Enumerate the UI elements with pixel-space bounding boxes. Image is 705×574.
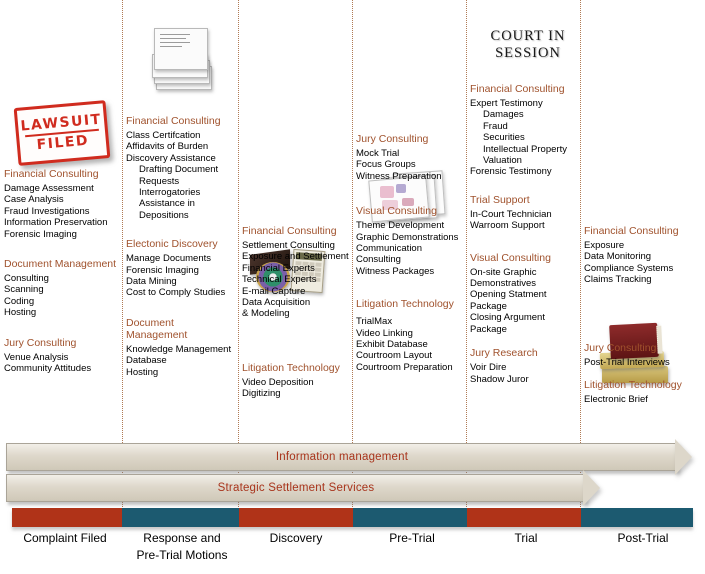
- court-sign-line-2: SESSION: [495, 45, 561, 61]
- service-group-title: Financial Consulting: [584, 225, 679, 237]
- service-group: Jury Consulting Mock Trial Focus Groups …: [356, 133, 474, 182]
- service-group-items: In-Court Technician Warroom Support: [470, 208, 552, 232]
- service-group: Document Management Knowledge Management…: [126, 317, 244, 378]
- lawsuit-filed-stamp: LAWSUIT FILED: [13, 100, 111, 166]
- service-group-subitems: Drafting Document Requests Interrogatori…: [139, 164, 219, 221]
- service-group-items: Mock Trial Focus Groups Witness Preparat…: [356, 148, 442, 182]
- service-group-items: Exposure Data Monitoring Compliance Syst…: [584, 240, 674, 286]
- service-group-title: Financial Consulting: [242, 225, 337, 237]
- service-group-title: Litigation Technology: [584, 379, 682, 392]
- phase-label-complaint-filed: Complaint Filed: [23, 531, 107, 545]
- arrow-head-icon: [675, 439, 692, 475]
- service-group: Litigation Technology Video Deposition D…: [242, 362, 360, 400]
- service-group: Electonic Discovery Manage Documents For…: [126, 238, 244, 299]
- service-group-items: Post-Trial Interviews: [584, 356, 670, 368]
- service-group-items: Settlement Consulting Exposure and Settl…: [242, 240, 349, 320]
- phase-segment-complaint-filed: [12, 508, 122, 527]
- phase-segment-pre-trial: [353, 508, 467, 527]
- phase-label-row: Complaint Filed Response and Pre-Trial M…: [0, 530, 705, 574]
- service-group-title: Jury Research: [470, 347, 538, 360]
- column-pre-trial: Jury Consulting Mock Trial Focus Groups …: [356, 133, 474, 384]
- service-group-title: Financial Consulting: [126, 115, 221, 127]
- service-group: Litigation Technology TrialMax Video Lin…: [356, 298, 474, 373]
- service-group-items: Manage Documents Forensic Imaging Data M…: [126, 253, 226, 299]
- service-group-title: Document Management: [126, 316, 188, 341]
- service-group-items: Venue Analysis Community Attitudes: [4, 351, 92, 375]
- banner-strategic-settlement-services: Strategic Settlement Services: [6, 470, 600, 506]
- service-group: Trial Support In-Court Technician Warroo…: [470, 194, 588, 232]
- service-group: Financial Consulting Damage Assessment C…: [4, 168, 122, 240]
- phase-label-discovery: Discovery: [269, 531, 323, 545]
- phase-label-post-trial: Post-Trial: [617, 531, 669, 545]
- service-group-items: TrialMax Video Linking Exhibit Database …: [356, 316, 453, 373]
- court-in-session-sign: COURT IN SESSION: [468, 28, 588, 62]
- phase-segment-discovery: [239, 508, 353, 527]
- service-group: Jury Consulting Post-Trial Interviews: [584, 342, 702, 368]
- service-group-title: Visual Consulting: [470, 251, 551, 264]
- service-group: Litigation Technology Electronic Brief: [584, 379, 702, 405]
- service-group-title: Financial Consulting: [4, 168, 99, 180]
- service-group-subitems: Damages Fraud Securities Intellectual Pr…: [483, 109, 567, 167]
- service-group-title: Financial Consulting: [470, 83, 565, 95]
- column-response-pretrial-motions: Financial Consulting Class Certifcation …: [126, 115, 244, 389]
- service-group-items: Theme Development Graphic Demonstrations…: [356, 220, 459, 277]
- service-group-items: Class Certifcation Affidavits of Burden …: [126, 130, 216, 164]
- service-group-items: Expert Testimony: [470, 98, 543, 109]
- banner-label: Strategic Settlement Services: [217, 482, 375, 494]
- phase-label-trial: Trial: [514, 531, 538, 545]
- service-group-title: Litigation Technology: [242, 361, 340, 374]
- service-group-items-after: Forensic Testimony: [470, 166, 552, 178]
- litigation-services-diagram: LAWSUIT FILED COURT IN SESSION Financial…: [0, 0, 705, 574]
- service-group: Financial Consulting Settlement Consulti…: [242, 225, 360, 320]
- arrow-head-icon: [583, 470, 600, 506]
- service-group: Visual Consulting Theme Development Grap…: [356, 205, 474, 277]
- column-trial: Financial Consulting Expert Testimony Da…: [470, 83, 588, 396]
- service-group: Jury Consulting Venue Analysis Community…: [4, 337, 122, 375]
- phase-timeline-bar: [12, 508, 693, 527]
- phase-segment-post-trial: [581, 508, 693, 527]
- service-group: Financial Consulting Exposure Data Monit…: [584, 225, 702, 286]
- service-group-items: Video Deposition Digitizing: [242, 376, 314, 400]
- column-discovery: Financial Consulting Settlement Consulti…: [242, 225, 360, 411]
- service-group-items: Voir Dire Shadow Juror: [470, 362, 529, 385]
- service-group: Visual Consulting On-site Graphic Demons…: [470, 252, 588, 335]
- service-group: Document Management Consulting Scanning …: [4, 258, 122, 319]
- service-group-items: Damage Assessment Case Analysis Fraud In…: [4, 183, 108, 240]
- service-group-title: Trial Support: [470, 193, 530, 206]
- service-group-title: Jury Consulting: [356, 133, 429, 145]
- column-complaint-filed: Financial Consulting Damage Assessment C…: [4, 168, 122, 385]
- service-group-title: Electonic Discovery: [126, 238, 218, 251]
- phase-label-response: Response and Pre-Trial Motions: [136, 531, 228, 562]
- service-group-items: Knowledge Management Database Hosting: [126, 343, 232, 378]
- service-group-title: Jury Consulting: [584, 341, 657, 354]
- court-sign-line-1: COURT IN: [490, 28, 566, 44]
- document-stack-image: [152, 26, 214, 96]
- service-group-items: Electronic Brief: [584, 394, 648, 406]
- phase-segment-response: [122, 508, 239, 527]
- banner-information-management: Information management: [6, 439, 692, 475]
- service-group-title: Document Management: [4, 258, 117, 271]
- phase-segment-trial: [467, 508, 581, 527]
- service-group: Jury Research Voir Dire Shadow Juror: [470, 347, 588, 385]
- service-group-title: Visual Consulting: [356, 205, 437, 218]
- banner-label: Information management: [275, 451, 409, 463]
- column-post-trial: Financial Consulting Exposure Data Monit…: [584, 225, 702, 416]
- stamp-line-2: FILED: [36, 132, 90, 154]
- service-group-items: On-site Graphic Demonstratives Opening S…: [470, 266, 547, 335]
- phase-label-pre-trial: Pre-Trial: [389, 531, 435, 545]
- service-group-title: Litigation Technology: [356, 298, 454, 311]
- service-group-title: Jury Consulting: [4, 336, 77, 349]
- service-group: Financial Consulting Expert Testimony Da…: [470, 83, 588, 178]
- service-group: Financial Consulting Class Certifcation …: [126, 115, 244, 221]
- service-group-items: Consulting Scanning Coding Hosting: [4, 273, 49, 319]
